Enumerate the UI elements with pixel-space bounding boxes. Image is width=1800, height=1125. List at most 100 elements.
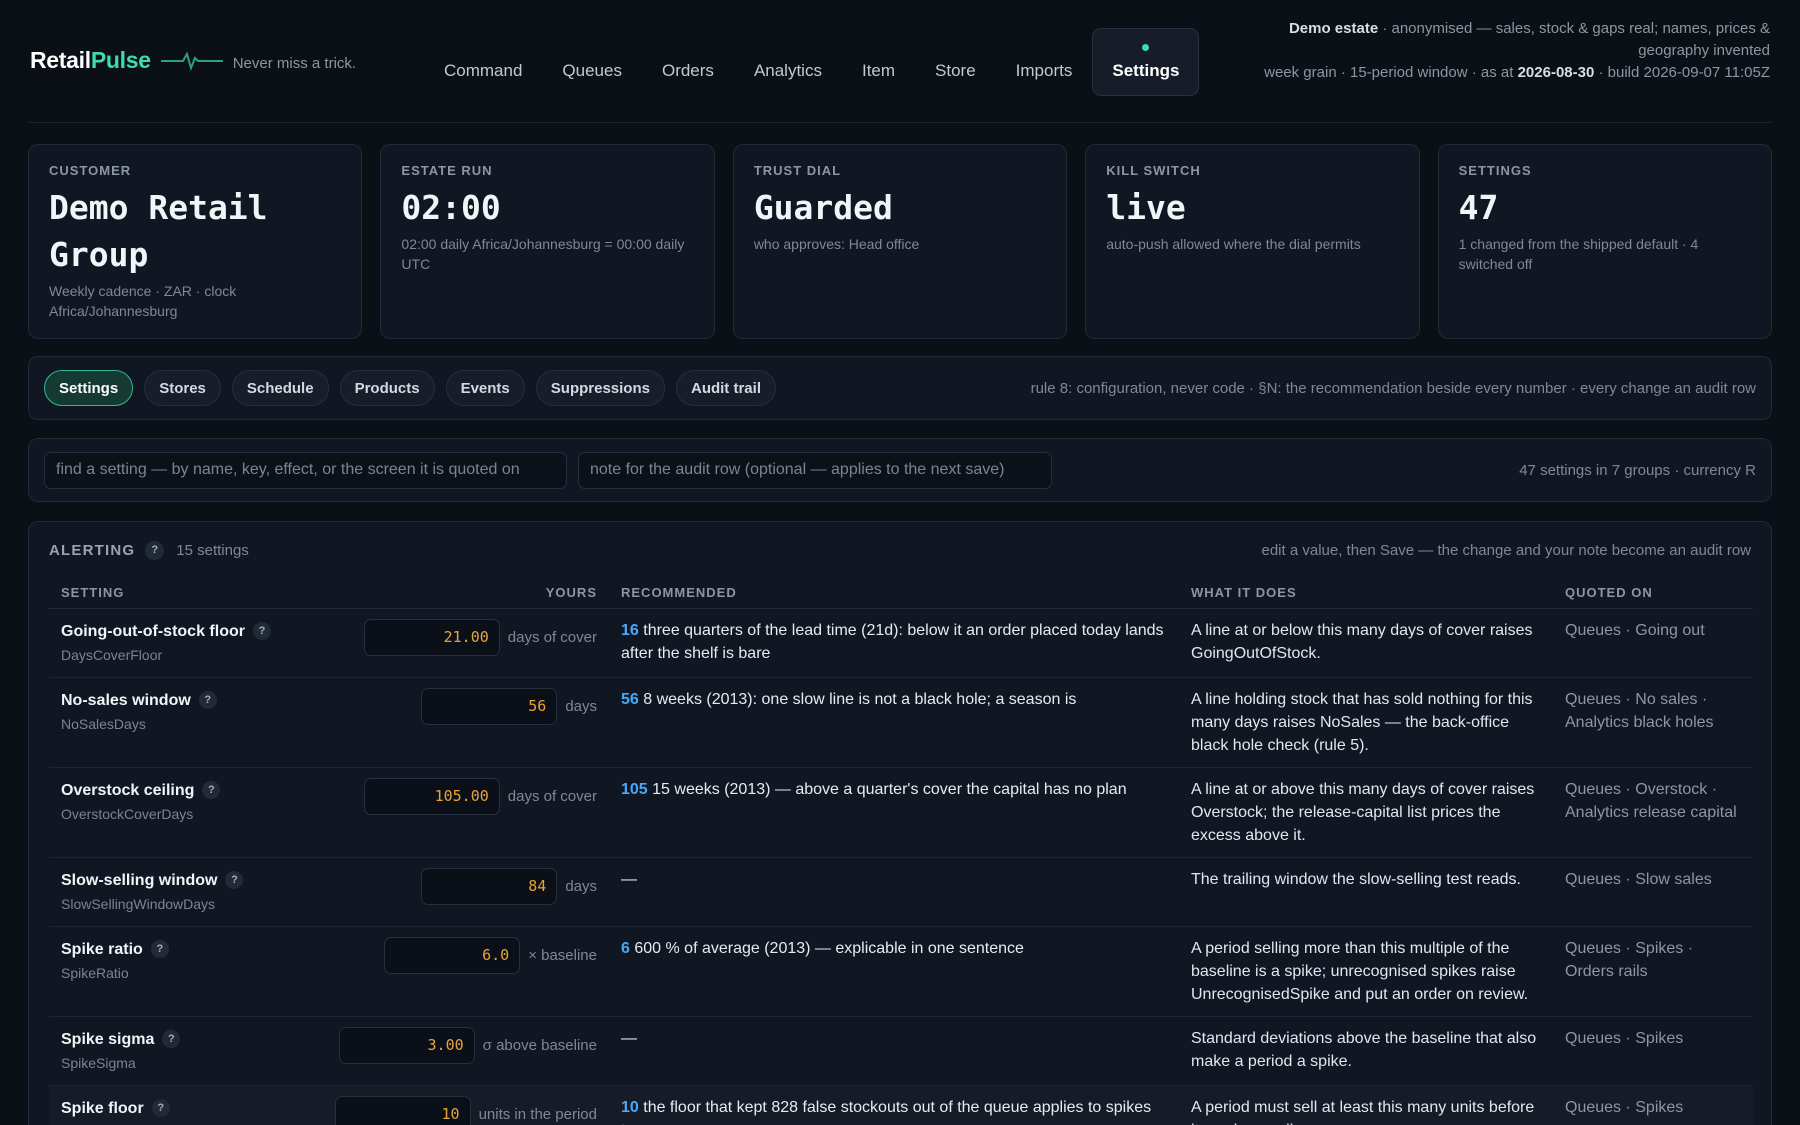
what-it-does: The trailing window the slow-selling tes… (1179, 857, 1553, 927)
subtab-settings[interactable]: Settings (44, 370, 134, 406)
recommended-value[interactable]: 10 (621, 1099, 639, 1116)
group-title: ALERTING (49, 541, 136, 559)
setting-cell: No-sales window? NoSalesDays days (49, 677, 609, 768)
help-icon[interactable]: ? (150, 940, 169, 958)
yours-cell: days (421, 867, 597, 905)
yours-cell: days (421, 687, 597, 725)
quoted-on: Queues · Spikes (1553, 1085, 1753, 1125)
audit-note-input[interactable] (578, 451, 1052, 489)
main-nav: Command Queues Orders Analytics Item Sto… (424, 28, 1200, 96)
nav-settings[interactable]: Settings (1092, 28, 1200, 96)
setting-key: DaysCoverFloor (61, 646, 163, 663)
subtab-schedule[interactable]: Schedule (231, 370, 329, 406)
setting-value-input[interactable] (363, 777, 500, 815)
setting-key: NoSalesDays (61, 715, 146, 732)
subtab-events[interactable]: Events (445, 370, 525, 406)
recommended-value[interactable]: 56 (621, 691, 639, 708)
active-dot-icon (1142, 44, 1150, 51)
setting-name: Spike ratio? (61, 938, 169, 961)
setting-value-input[interactable] (421, 687, 558, 725)
setting-key: OverstockCoverDays (61, 805, 194, 822)
setting-value-input[interactable] (384, 936, 521, 974)
setting-name: Slow-selling window? (61, 869, 244, 892)
setting-key: SpikeMinimumUnits (61, 1121, 185, 1125)
help-icon[interactable]: ? (162, 1030, 181, 1048)
setting-value-input[interactable] (338, 1026, 475, 1064)
setting-cell: Spike ratio? SpikeRatio × baseline (49, 926, 609, 1017)
summary-cards: Customer Demo Retail Group Weekly cadenc… (28, 144, 1773, 339)
setting-cell: Spike sigma? SpikeSigma σ above baseline (49, 1016, 609, 1086)
setting-cell: Overstock ceiling? OverstockCoverDays da… (49, 767, 609, 858)
quoted-on: Queues · Overstock · Analytics release c… (1553, 767, 1753, 858)
table-row: Spike floor? SpikeMinimumUnits units in … (49, 1085, 1753, 1125)
setting-unit: units in the period (478, 1105, 597, 1123)
settings-table: SETTING YOURS RECOMMENDED WHAT IT DOES QU… (49, 578, 1753, 1125)
tagline: Never miss a trick. (232, 55, 357, 72)
col-what-it-does: WHAT IT DOES (1179, 578, 1553, 609)
nav-analytics[interactable]: Analytics (734, 28, 842, 96)
what-it-does: A period must sell at least this many un… (1179, 1085, 1553, 1125)
subtab-products[interactable]: Products (339, 370, 435, 406)
setting-unit: days (565, 697, 597, 715)
setting-value-input[interactable] (363, 618, 500, 656)
subtab-audit-trail[interactable]: Audit trail (675, 370, 776, 406)
setting-name: Overstock ceiling? (61, 779, 221, 802)
recommended-value[interactable]: 6 (621, 940, 630, 957)
setting-name: No-sales window? (61, 689, 217, 712)
settings-count: 47 settings in 7 groups · currency R (1519, 461, 1756, 479)
recommended-value[interactable]: 16 (621, 622, 639, 639)
table-row: No-sales window? NoSalesDays days 56 8 w… (49, 677, 1753, 768)
brand[interactable]: RetailPulse Never miss a trick. (30, 47, 356, 74)
nav-item[interactable]: Item (842, 28, 915, 96)
setting-cell: Slow-selling window? SlowSellingWindowDa… (49, 857, 609, 927)
what-it-does: A line at or above this many days of cov… (1179, 767, 1553, 858)
setting-name: Spike sigma? (61, 1028, 181, 1051)
nav-command[interactable]: Command (424, 28, 542, 96)
nav-queues[interactable]: Queues (542, 28, 642, 96)
yours-cell: units in the period (334, 1095, 597, 1125)
setting-unit: days of cover (507, 787, 597, 805)
what-it-does: A line holding stock that has sold nothi… (1179, 677, 1553, 768)
table-row: Overstock ceiling? OverstockCoverDays da… (49, 767, 1753, 858)
what-it-does: Standard deviations above the baseline t… (1179, 1016, 1553, 1086)
help-icon[interactable]: ? (202, 781, 221, 799)
recommended-value[interactable]: 105 (621, 781, 648, 798)
recommended-cell: 6 600 % of average (2013) — explicable i… (609, 926, 1179, 1017)
group-header: ALERTING ? 15 settings edit a value, the… (49, 522, 1751, 578)
setting-key: SlowSellingWindowDays (61, 895, 216, 912)
subtab-suppressions[interactable]: Suppressions (535, 370, 665, 406)
group-hint: edit a value, then Save — the change and… (1261, 541, 1752, 559)
card-customer: Customer Demo Retail Group Weekly cadenc… (28, 144, 363, 339)
help-icon[interactable]: ? (252, 622, 271, 640)
nav-store[interactable]: Store (915, 28, 996, 96)
table-row: Going-out-of-stock floor? DaysCoverFloor… (49, 608, 1753, 678)
help-icon[interactable]: ? (198, 691, 217, 709)
card-estate-run: Estate run 02:00 02:00 daily Africa/Joha… (380, 144, 715, 339)
help-icon[interactable]: ? (145, 540, 165, 560)
setting-key: SpikeRatio (61, 964, 129, 981)
search-input[interactable] (44, 451, 567, 489)
recommended-cell: 16 three quarters of the lead time (21d)… (609, 608, 1179, 678)
recommended-cell: — (609, 857, 1179, 927)
setting-value-input[interactable] (421, 867, 558, 905)
setting-value-input[interactable] (334, 1095, 471, 1125)
what-it-does: A line at or below this many days of cov… (1179, 608, 1553, 678)
setting-unit: σ above baseline (482, 1036, 597, 1054)
quoted-on: Queues · Spikes · Orders rails (1553, 926, 1753, 1017)
recommended-cell: — (609, 1016, 1179, 1086)
group-count: 15 settings (176, 541, 249, 559)
table-row: Spike ratio? SpikeRatio × baseline 6 600… (49, 926, 1753, 1017)
recommended-cell: 105 15 weeks (2013) — above a quarter's … (609, 767, 1179, 858)
card-settings: Settings 47 1 changed from the shipped d… (1437, 144, 1773, 339)
nav-orders[interactable]: Orders (642, 28, 734, 96)
subtab-stores[interactable]: Stores (144, 370, 221, 406)
nav-imports[interactable]: Imports (996, 28, 1093, 96)
help-icon[interactable]: ? (225, 871, 244, 889)
help-icon[interactable]: ? (151, 1099, 170, 1117)
app-header: RetailPulse Never miss a trick. Command … (28, 0, 1772, 123)
pulse-icon (160, 50, 223, 71)
estate-meta: Demo estate · anonymised — sales, stock … (1264, 20, 1770, 81)
setting-name: Going-out-of-stock floor? (61, 620, 271, 643)
quoted-on: Queues · Spikes (1553, 1016, 1753, 1086)
search-row: 47 settings in 7 groups · currency R (28, 438, 1772, 502)
